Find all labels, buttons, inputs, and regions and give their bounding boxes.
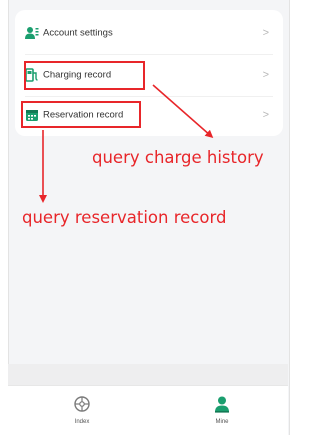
bottom-tab-bar: Index Mine <box>8 385 288 436</box>
tab-index-label: Index <box>74 419 90 425</box>
person-icon <box>215 396 229 413</box>
tab-mine-label: Mine <box>215 419 229 425</box>
tab-mine[interactable]: Mine <box>192 390 252 432</box>
tab-index[interactable]: Index <box>52 390 112 432</box>
content-bottom-strip <box>8 364 288 385</box>
reservation-record-annotation: query reservation record <box>22 208 227 227</box>
index-icon <box>74 396 90 412</box>
charge-history-annotation: query charge history <box>92 148 264 167</box>
arrow-to-charge-label <box>152 84 214 138</box>
